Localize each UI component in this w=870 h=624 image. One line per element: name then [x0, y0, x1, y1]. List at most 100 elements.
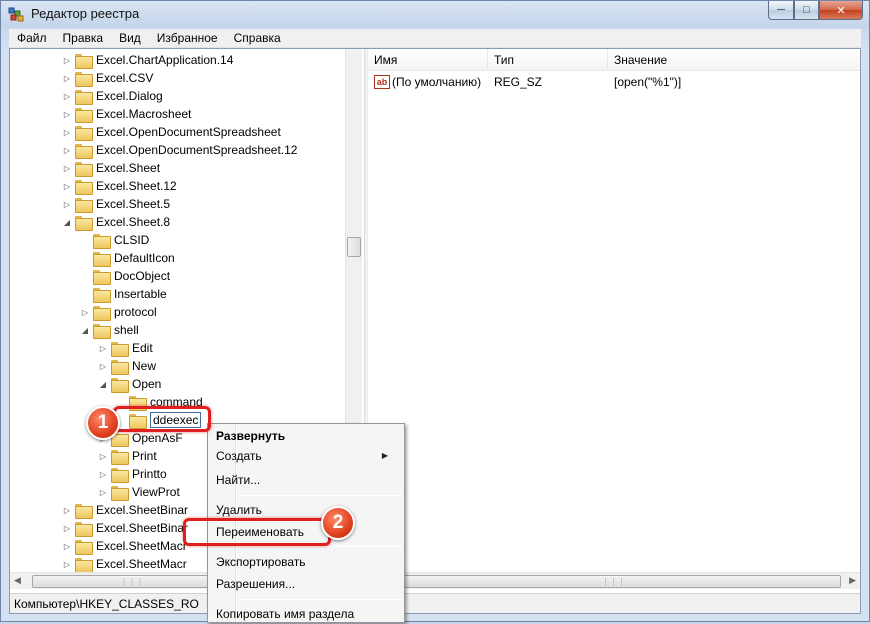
tree-item[interactable]: ▷ New — [98, 357, 156, 375]
highlight-rename — [183, 518, 331, 546]
tree-item[interactable]: ▷ Excel.SheetBinar — [62, 519, 188, 537]
tree-item[interactable]: Insertable — [80, 285, 167, 303]
expand-arrow-icon[interactable]: ▷ — [62, 141, 72, 159]
expand-arrow-icon[interactable]: ▷ — [62, 123, 72, 141]
tree-item[interactable]: ▷ Edit — [98, 339, 153, 357]
value-name-cell: ab (По умолчанию) — [368, 75, 488, 89]
collapse-arrow-icon[interactable]: ◢ — [80, 321, 90, 339]
expand-arrow-icon[interactable]: ▷ — [62, 69, 72, 87]
tree-item-label: Excel.OpenDocumentSpreadsheet — [96, 125, 281, 139]
scroll-right-icon[interactable]: ▶ — [849, 575, 856, 586]
expand-arrow-icon[interactable]: ▷ — [98, 465, 108, 483]
menu-help[interactable]: Справка — [226, 31, 289, 45]
column-value[interactable]: Значение — [608, 49, 860, 71]
tree-item[interactable]: ▷ Excel.SheetBinar — [62, 501, 188, 519]
menu-favorites[interactable]: Избранное — [149, 31, 226, 45]
expand-arrow-icon[interactable]: ▷ — [98, 357, 108, 375]
tree-item-label: DocObject — [114, 269, 171, 283]
column-name[interactable]: Имя — [368, 49, 488, 71]
menu-separator — [238, 599, 402, 600]
expand-arrow-icon[interactable]: ▷ — [62, 105, 72, 123]
maximize-icon: □ — [803, 4, 810, 16]
menu-item-create[interactable]: Создать ▶ — [216, 446, 398, 466]
list-item[interactable]: ab (По умолчанию) REG_SZ [open("%1")] — [368, 73, 860, 91]
expand-arrow-icon[interactable]: ▷ — [62, 177, 72, 195]
tree-item[interactable]: DefaultIcon — [80, 249, 175, 267]
menu-item-permissions[interactable]: Разрешения... — [216, 574, 295, 594]
registry-editor-window: Редактор реестра ─ □ ✕ Файл Правка Вид И… — [0, 0, 870, 624]
list-horizontal-scrollbar[interactable]: ◀ ⋮⋮⋮ ▶ — [368, 572, 860, 589]
expand-arrow-icon[interactable]: ▷ — [98, 483, 108, 501]
folder-icon — [111, 485, 129, 501]
tree-item[interactable]: ◢ shell — [80, 321, 139, 339]
maximize-button[interactable]: □ — [794, 1, 819, 20]
folder-icon — [75, 125, 93, 141]
menu-item-export[interactable]: Экспортировать — [216, 552, 306, 572]
close-button[interactable]: ✕ — [819, 1, 863, 20]
value-data: [open("%1")] — [614, 75, 682, 89]
menu-file[interactable]: Файл — [9, 31, 55, 45]
folder-icon — [75, 215, 93, 231]
tree-hscroll-thumb[interactable]: ⋮⋮⋮ — [32, 575, 232, 588]
tree-item[interactable]: ▷ Excel.Sheet.5 — [62, 195, 170, 213]
menu-item-delete[interactable]: Удалить — [216, 500, 262, 520]
expand-arrow-icon[interactable]: ▷ — [62, 87, 72, 105]
status-bar: Компьютер\HKEY_CLASSES_RO — [10, 593, 860, 613]
folder-icon — [93, 251, 111, 267]
tree-item-label: Excel.CSV — [96, 71, 154, 85]
tree-item[interactable]: ▷ Print — [98, 447, 157, 465]
expand-arrow-icon[interactable]: ▷ — [62, 51, 72, 69]
tree-item[interactable]: ▷ Excel.Macrosheet — [62, 105, 191, 123]
menu-edit[interactable]: Правка — [55, 31, 112, 45]
tree-item[interactable]: ▷ protocol — [80, 303, 157, 321]
tree-item[interactable]: DocObject — [80, 267, 170, 285]
tree-item-label: Excel.SheetMacr — [96, 539, 187, 553]
scroll-left-icon[interactable]: ◀ — [14, 575, 21, 586]
tree-item[interactable]: ▷ ViewProt — [98, 483, 180, 501]
folder-icon — [93, 287, 111, 303]
menu-view[interactable]: Вид — [111, 31, 149, 45]
menu-item-find[interactable]: Найти... — [216, 470, 260, 490]
expand-arrow-icon[interactable]: ▷ — [62, 537, 72, 555]
expand-arrow-icon[interactable]: ▷ — [62, 159, 72, 177]
tree-item[interactable]: ▷ Excel.OpenDocumentSpreadsheet — [62, 123, 281, 141]
tree-item[interactable]: ▷ Excel.ChartApplication.14 — [62, 51, 233, 69]
column-type[interactable]: Тип — [488, 49, 608, 71]
tree-item[interactable]: ◢ Open — [98, 375, 161, 393]
expand-arrow-icon[interactable]: ▷ — [62, 555, 72, 573]
tree-item[interactable]: ▷ Excel.Dialog — [62, 87, 163, 105]
expand-arrow-icon[interactable]: ▷ — [98, 447, 108, 465]
expand-arrow-icon[interactable]: ▷ — [62, 501, 72, 519]
tree-item[interactable]: ▷ Excel.Sheet.12 — [62, 177, 177, 195]
tree-item-label: Excel.Sheet.5 — [96, 197, 171, 211]
tree-item[interactable]: ▷ Excel.SheetMacr — [62, 555, 187, 573]
folder-icon — [75, 503, 93, 519]
collapse-arrow-icon[interactable]: ◢ — [98, 375, 108, 393]
tree-item-label: Edit — [132, 341, 153, 355]
menu-item-expand[interactable]: Развернуть — [216, 426, 285, 446]
minimize-button[interactable]: ─ — [768, 1, 794, 20]
expand-arrow-icon[interactable]: ▷ — [62, 519, 72, 537]
tree-item[interactable]: ▷ Excel.OpenDocumentSpreadsheet.12 — [62, 141, 297, 159]
tree-item[interactable]: ▷ Excel.Sheet — [62, 159, 160, 177]
tree-item-label: Open — [132, 377, 162, 391]
menu-item-copy-key-name[interactable]: Копировать имя раздела — [216, 604, 354, 624]
title-bar[interactable]: Редактор реестра ─ □ ✕ — [1, 1, 869, 28]
tree-item[interactable]: ▷ Excel.CSV — [62, 69, 153, 87]
folder-icon — [75, 53, 93, 69]
expand-arrow-icon[interactable]: ▷ — [62, 195, 72, 213]
step-badge-1: 1 — [86, 406, 120, 440]
tree-item[interactable]: CLSID — [80, 231, 149, 249]
minimize-icon: ─ — [777, 4, 785, 16]
tree-item[interactable]: ◢ Excel.Sheet.8 — [62, 213, 170, 231]
expand-arrow-icon[interactable]: ▷ — [80, 303, 90, 321]
expand-arrow-icon[interactable]: ▷ — [98, 339, 108, 357]
folder-icon — [75, 161, 93, 177]
list-hscroll-thumb[interactable]: ⋮⋮⋮ — [386, 575, 841, 588]
tree-item[interactable]: ▷ Excel.SheetMacr — [62, 537, 187, 555]
collapse-arrow-icon[interactable]: ◢ — [62, 213, 72, 231]
folder-icon — [111, 341, 129, 357]
tree-item[interactable]: ▷ Printto — [98, 465, 167, 483]
tree-scroll-thumb[interactable] — [347, 237, 361, 257]
